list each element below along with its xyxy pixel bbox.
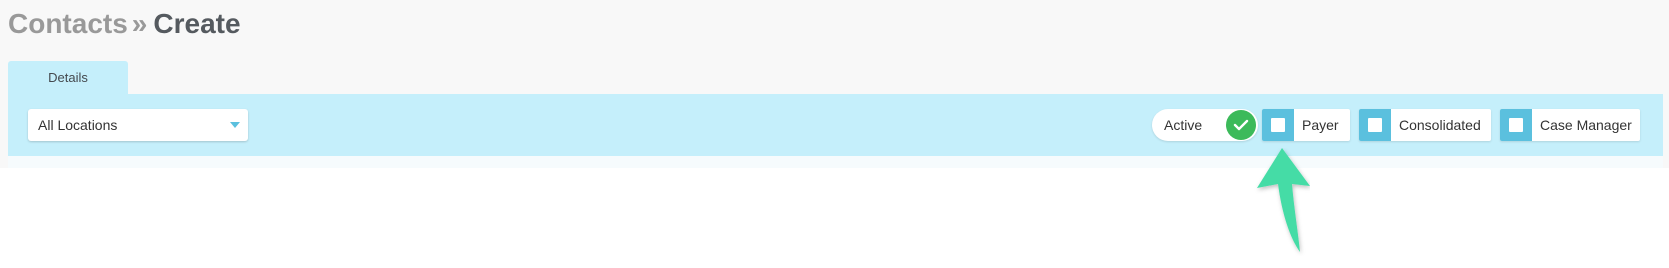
checkbox-indicator: [1509, 118, 1523, 132]
checkbox-indicator: [1368, 118, 1382, 132]
breadcrumb-separator: »: [131, 8, 148, 39]
details-toolbar: All Locations Active Payer Consolidated …: [8, 94, 1663, 156]
active-toggle-label: Active: [1164, 117, 1203, 133]
checkbox-box: [1262, 109, 1294, 141]
consolidated-checkbox[interactable]: Consolidated: [1359, 109, 1491, 141]
checkbox-box: [1359, 109, 1391, 141]
toggle-knob: [1226, 110, 1256, 140]
case-manager-checkbox[interactable]: Case Manager: [1500, 109, 1640, 141]
active-toggle[interactable]: Active: [1152, 109, 1258, 141]
case-manager-checkbox-label: Case Manager: [1540, 117, 1632, 133]
arrow-up-icon: [1257, 148, 1310, 252]
breadcrumb: Contacts» Create: [8, 6, 241, 42]
caret-down-icon: [230, 122, 240, 128]
payer-checkbox[interactable]: Payer: [1262, 109, 1350, 141]
location-select[interactable]: All Locations: [28, 109, 248, 141]
consolidated-checkbox-label: Consolidated: [1399, 117, 1481, 133]
check-icon: [1233, 119, 1249, 131]
page-title: Create: [153, 8, 241, 39]
toolbar-bottom-strip: [8, 156, 1663, 168]
breadcrumb-contacts-link[interactable]: Contacts: [8, 8, 128, 39]
checkbox-box: [1500, 109, 1532, 141]
location-select-value: All Locations: [38, 117, 118, 133]
tab-details[interactable]: Details: [8, 61, 128, 95]
checkbox-indicator: [1271, 118, 1285, 132]
payer-checkbox-label: Payer: [1302, 117, 1339, 133]
